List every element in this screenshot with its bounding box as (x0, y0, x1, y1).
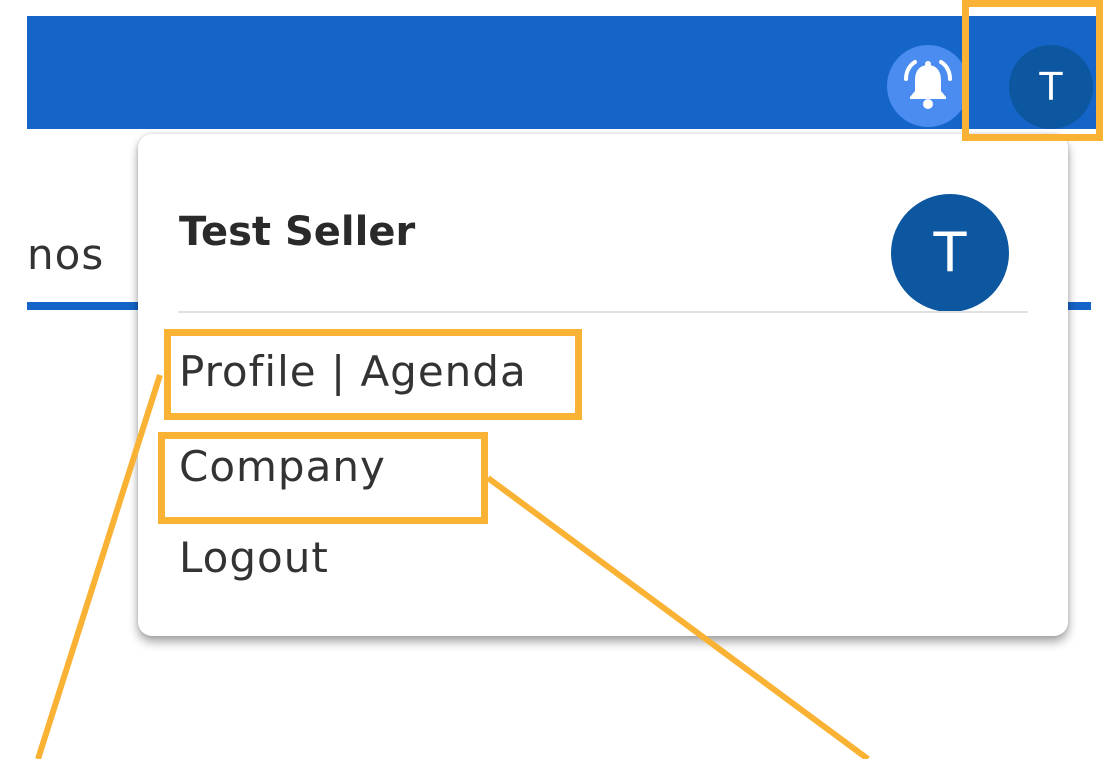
annotation-lines (35, 374, 870, 759)
annotation-line-company (486, 475, 870, 759)
page: T nos Test Seller T Profile | Agenda Com… (0, 0, 1103, 759)
annotation-line-profile (35, 374, 163, 759)
